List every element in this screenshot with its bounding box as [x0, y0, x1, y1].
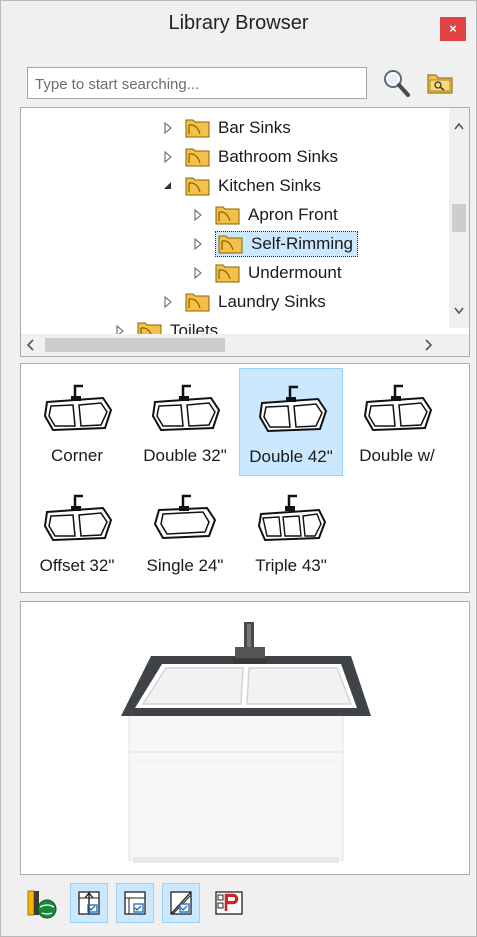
pencil-check-button[interactable]	[162, 883, 200, 923]
tree-vertical-scrollbar[interactable]	[449, 108, 469, 328]
scroll-right-arrow-icon	[425, 339, 433, 351]
sink-thumbnail-icon	[153, 494, 217, 540]
tree-item-label: Bathroom Sinks	[218, 147, 338, 166]
scroll-left-arrow-icon	[26, 339, 34, 351]
scroll-down-arrow-icon	[454, 307, 464, 315]
library-item[interactable]: Double 42"	[239, 368, 343, 476]
plan-view-icon	[215, 891, 243, 915]
magnifier-icon	[384, 70, 410, 97]
search-button[interactable]	[381, 68, 411, 98]
library-item-grid[interactable]: Corner Double 32" Double 42" Double w/Offse…	[20, 363, 470, 593]
tree-item[interactable]: Apron Front	[191, 201, 338, 229]
folder-search-icon	[427, 74, 453, 94]
plan-view-button[interactable]	[210, 883, 248, 923]
scroll-up-arrow-icon	[454, 122, 464, 130]
tree-item[interactable]: Self-Rimming	[191, 230, 359, 258]
scroll-thumb	[452, 204, 466, 232]
tree-item[interactable]: Laundry Sinks	[161, 288, 326, 316]
folder-icon	[185, 119, 210, 138]
triangle-right-icon[interactable]	[191, 237, 205, 251]
sink-thumbnail-icon	[257, 494, 327, 542]
tree-item-label: Laundry Sinks	[218, 292, 326, 311]
triangle-right-icon[interactable]	[161, 295, 175, 309]
sink-thumbnail-icon	[43, 384, 113, 432]
window-title: Library Browser	[168, 12, 309, 34]
library-globe-button[interactable]	[22, 883, 60, 923]
folder-search-button[interactable]	[426, 70, 454, 96]
search-field[interactable]	[27, 67, 367, 99]
tree-item-label: Apron Front	[248, 205, 338, 224]
tree-item[interactable]: Bathroom Sinks	[161, 143, 338, 171]
library-browser-window: Library Browser × Bar Sinks Bathroom Sink…	[0, 0, 477, 937]
triangle-right-icon[interactable]	[191, 266, 205, 280]
sink-thumbnail-icon	[43, 494, 113, 542]
import-upward-icon	[78, 891, 100, 915]
library-item[interactable]: Triple 43"	[239, 478, 343, 586]
tree-item-label: Kitchen Sinks	[218, 176, 321, 195]
folder-icon	[215, 206, 240, 225]
library-item-label: Triple 43"	[255, 556, 327, 575]
library-tree[interactable]: Bar Sinks Bathroom Sinks Kitchen Sinks Apro…	[20, 107, 470, 357]
library-item[interactable]: Double 32"	[133, 368, 237, 476]
triangle-right-icon[interactable]	[161, 150, 175, 164]
checklist-button[interactable]	[116, 883, 154, 923]
triangle-right-icon[interactable]	[191, 208, 205, 222]
library-item[interactable]: Offset 32"	[25, 478, 129, 586]
tree-item-label: Self-Rimming	[251, 234, 354, 253]
tree-item[interactable]: Kitchen Sinks	[161, 172, 321, 200]
library-item-label: Corner	[51, 446, 103, 465]
sink-cabinet-preview	[121, 622, 371, 863]
preview-panel	[20, 601, 470, 875]
tree-horizontal-scrollbar[interactable]	[21, 334, 449, 356]
close-button[interactable]: ×	[440, 17, 466, 41]
library-item-label: Single 24"	[146, 556, 224, 575]
scroll-corner	[449, 334, 469, 356]
title-bar[interactable]: Library Browser ×	[1, 1, 476, 51]
library-item-label: Offset 32"	[39, 556, 115, 575]
triangle-down-icon[interactable]	[161, 179, 175, 193]
tree-item[interactable]: Bar Sinks	[161, 114, 291, 142]
library-item-label: Double 32"	[143, 446, 227, 465]
import-upward-button[interactable]	[70, 883, 108, 923]
sink-thumbnail-icon	[151, 384, 221, 432]
bottom-toolbar	[20, 881, 468, 929]
folder-icon	[185, 177, 210, 196]
sink-thumbnail-icon	[363, 384, 433, 432]
tree-item[interactable]: Undermount	[191, 259, 342, 287]
checklist-icon	[124, 891, 146, 915]
library-item[interactable]: Corner	[25, 368, 129, 476]
tree-item-label: Undermount	[248, 263, 342, 282]
tree-item-label: Bar Sinks	[218, 118, 291, 137]
library-item-label: Double w/	[359, 446, 435, 465]
library-item[interactable]: Double w/	[345, 368, 449, 476]
pencil-check-icon	[170, 891, 192, 915]
search-input[interactable]	[33, 69, 367, 99]
library-item[interactable]: Single 24"	[133, 478, 237, 586]
triangle-right-icon[interactable]	[161, 121, 175, 135]
library-globe-icon	[27, 890, 57, 919]
library-item-label: Double 42"	[249, 447, 333, 466]
scroll-thumb	[45, 338, 225, 352]
sink-thumbnail-icon	[258, 385, 328, 433]
folder-icon	[185, 293, 210, 312]
folder-icon	[215, 264, 240, 283]
folder-icon	[185, 148, 210, 167]
folder-icon	[218, 235, 243, 254]
tree-item-selection[interactable]: Self-Rimming	[215, 231, 359, 257]
